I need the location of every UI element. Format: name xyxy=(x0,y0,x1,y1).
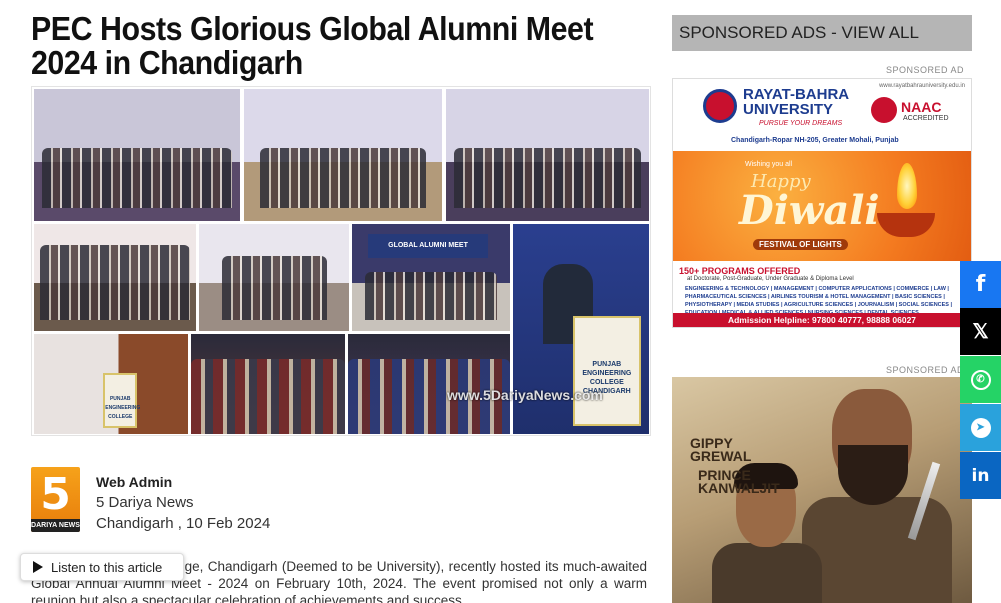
programs-subheading: at Doctorate, Post-Graduate, Under Gradu… xyxy=(687,276,854,282)
share-facebook-button[interactable]: f xyxy=(960,261,1001,308)
admission-helpline: Admission Helpline: 97800 40777, 98888 0… xyxy=(673,313,971,327)
x-icon: 𝕏 xyxy=(972,321,989,343)
university-name: RAYAT-BAHRA UNIVERSITY xyxy=(743,86,849,118)
linkedin-icon: in xyxy=(971,465,990,486)
share-x-button[interactable]: 𝕏 xyxy=(960,308,1001,355)
naac-text: NAAC xyxy=(901,99,942,115)
poster-actor-2: PRINCE KANWALJIT xyxy=(698,467,780,496)
diwali-title: Diwali xyxy=(739,187,880,234)
facebook-icon: f xyxy=(975,272,986,297)
programs-heading: 150+ PROGRAMS OFFERED xyxy=(679,266,801,276)
collage-photo xyxy=(244,89,442,221)
sponsored-ad-label: SPONSORED AD xyxy=(886,365,965,375)
article-dateline: Chandigarh , 10 Feb 2024 xyxy=(96,515,271,532)
sponsored-ads-header[interactable]: SPONSORED ADS - VIEW ALL xyxy=(672,15,972,51)
photo-watermark: www.5DariyaNews.com xyxy=(447,387,603,403)
naac-accredited: ACCREDITED xyxy=(903,115,949,122)
banner-text: GLOBAL ALUMNI MEET xyxy=(368,234,488,258)
university-tagline: PURSUE YOUR DREAMS xyxy=(759,120,843,127)
logo-brand: DARIYA NEWS xyxy=(31,519,80,532)
logo-number: 5 xyxy=(40,469,71,520)
collage-photo: PUNJAB ENGINEERING COLLEGE xyxy=(34,334,188,434)
collage-photo: GLOBAL ALUMNI MEET xyxy=(352,224,510,331)
author-avatar[interactable]: 5 DARIYA NEWS xyxy=(31,467,80,532)
festival-label: FESTIVAL OF LIGHTS xyxy=(753,239,848,250)
poster-figure xyxy=(712,543,822,603)
poster-figure xyxy=(838,445,908,505)
ad-header: RAYAT-BAHRA UNIVERSITY PURSUE YOUR DREAM… xyxy=(673,79,971,151)
poster-actor-1: GIPPY GREWAL xyxy=(690,435,752,464)
listen-label: Listen to this article xyxy=(51,559,163,575)
whatsapp-icon: ✆ xyxy=(970,369,991,390)
university-url: www.rayatbahrauniversity.edu.in xyxy=(879,83,965,89)
share-whatsapp-button[interactable]: ✆ xyxy=(960,356,1001,403)
diwali-wish: Wishing you all xyxy=(745,161,793,168)
collage-photo xyxy=(199,224,349,331)
share-telegram-button[interactable]: ➤ xyxy=(960,404,1001,451)
university-location: Chandigarh-Ropar NH-205, Greater Mohali,… xyxy=(731,137,899,144)
poster-figure xyxy=(802,497,952,603)
collage-photo xyxy=(348,334,510,434)
article-title: PEC Hosts Glorious Global Alumni Meet 20… xyxy=(31,10,594,81)
sponsored-ad-movie-poster[interactable]: GIPPY GREWAL PRINCE KANWALJIT xyxy=(672,377,972,603)
telegram-icon: ➤ xyxy=(970,417,991,438)
collage-photo xyxy=(34,224,196,331)
author-org: 5 Dariya News xyxy=(96,494,194,511)
listen-article-button[interactable]: Listen to this article xyxy=(20,553,184,581)
author-name[interactable]: Web Admin xyxy=(96,474,172,490)
collage-photo xyxy=(34,89,240,221)
sponsored-ad-rayat-bahra[interactable]: RAYAT-BAHRA UNIVERSITY PURSUE YOUR DREAM… xyxy=(672,78,972,328)
play-icon xyxy=(33,561,43,573)
university-seal-icon xyxy=(703,89,737,123)
naac-seal-icon xyxy=(871,97,897,123)
sponsored-ad-label: SPONSORED AD xyxy=(886,65,965,75)
collage-photo xyxy=(446,89,649,221)
collage-photo xyxy=(191,334,345,434)
share-linkedin-button[interactable]: in xyxy=(960,452,1001,499)
article-photo-collage[interactable]: GLOBAL ALUMNI MEET PUNJAB ENGINEERING CO… xyxy=(31,86,651,436)
